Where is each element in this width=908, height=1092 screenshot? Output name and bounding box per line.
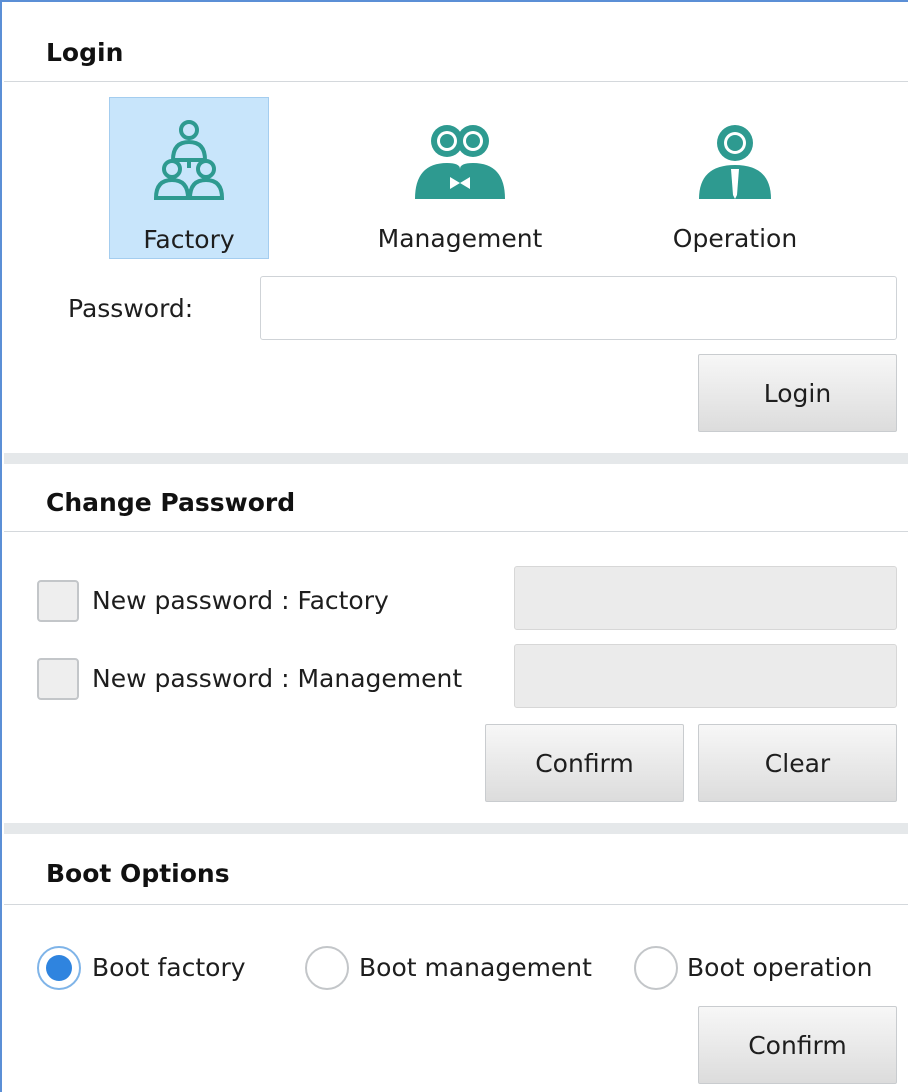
- boot-options-section-title: Boot Options: [46, 859, 230, 888]
- password-field[interactable]: [260, 276, 897, 340]
- divider: [4, 904, 908, 905]
- user-tile-factory[interactable]: Factory: [109, 97, 269, 259]
- boot-confirm-button[interactable]: Confirm: [698, 1006, 897, 1084]
- factory-users-icon: [153, 120, 225, 200]
- boot-management-radio[interactable]: [305, 946, 349, 990]
- boot-factory-radio[interactable]: [37, 946, 81, 990]
- settings-panel: Login Factory Management Operation Passw…: [0, 0, 908, 1092]
- new-password-factory-field[interactable]: [514, 566, 897, 630]
- boot-operation-radio[interactable]: [634, 946, 678, 990]
- new-password-management-label: New password : Management: [92, 664, 463, 693]
- user-tile-management[interactable]: Management: [378, 97, 542, 259]
- new-password-management-checkbox[interactable]: [37, 658, 79, 700]
- change-password-confirm-button[interactable]: Confirm: [485, 724, 684, 802]
- divider: [4, 531, 908, 532]
- user-tile-label: Operation: [672, 224, 798, 253]
- new-password-factory-label: New password : Factory: [92, 586, 389, 615]
- boot-factory-label: Boot factory: [92, 953, 246, 982]
- password-label: Password:: [68, 294, 194, 323]
- management-users-icon: [415, 125, 505, 199]
- user-tile-label: Management: [377, 224, 543, 253]
- change-password-section-title: Change Password: [46, 488, 296, 517]
- new-password-management-field[interactable]: [514, 644, 897, 708]
- login-button[interactable]: Login: [698, 354, 897, 432]
- boot-operation-label: Boot operation: [687, 953, 873, 982]
- section-separator: [4, 823, 908, 834]
- operation-user-icon: [699, 125, 771, 199]
- login-section-title: Login: [46, 38, 124, 67]
- divider: [4, 81, 908, 82]
- user-tile-label: Factory: [143, 225, 235, 254]
- section-separator: [4, 453, 908, 464]
- change-password-clear-button[interactable]: Clear: [698, 724, 897, 802]
- new-password-factory-checkbox[interactable]: [37, 580, 79, 622]
- user-tile-operation[interactable]: Operation: [655, 97, 815, 259]
- password-input[interactable]: [261, 277, 896, 339]
- boot-management-label: Boot management: [359, 953, 592, 982]
